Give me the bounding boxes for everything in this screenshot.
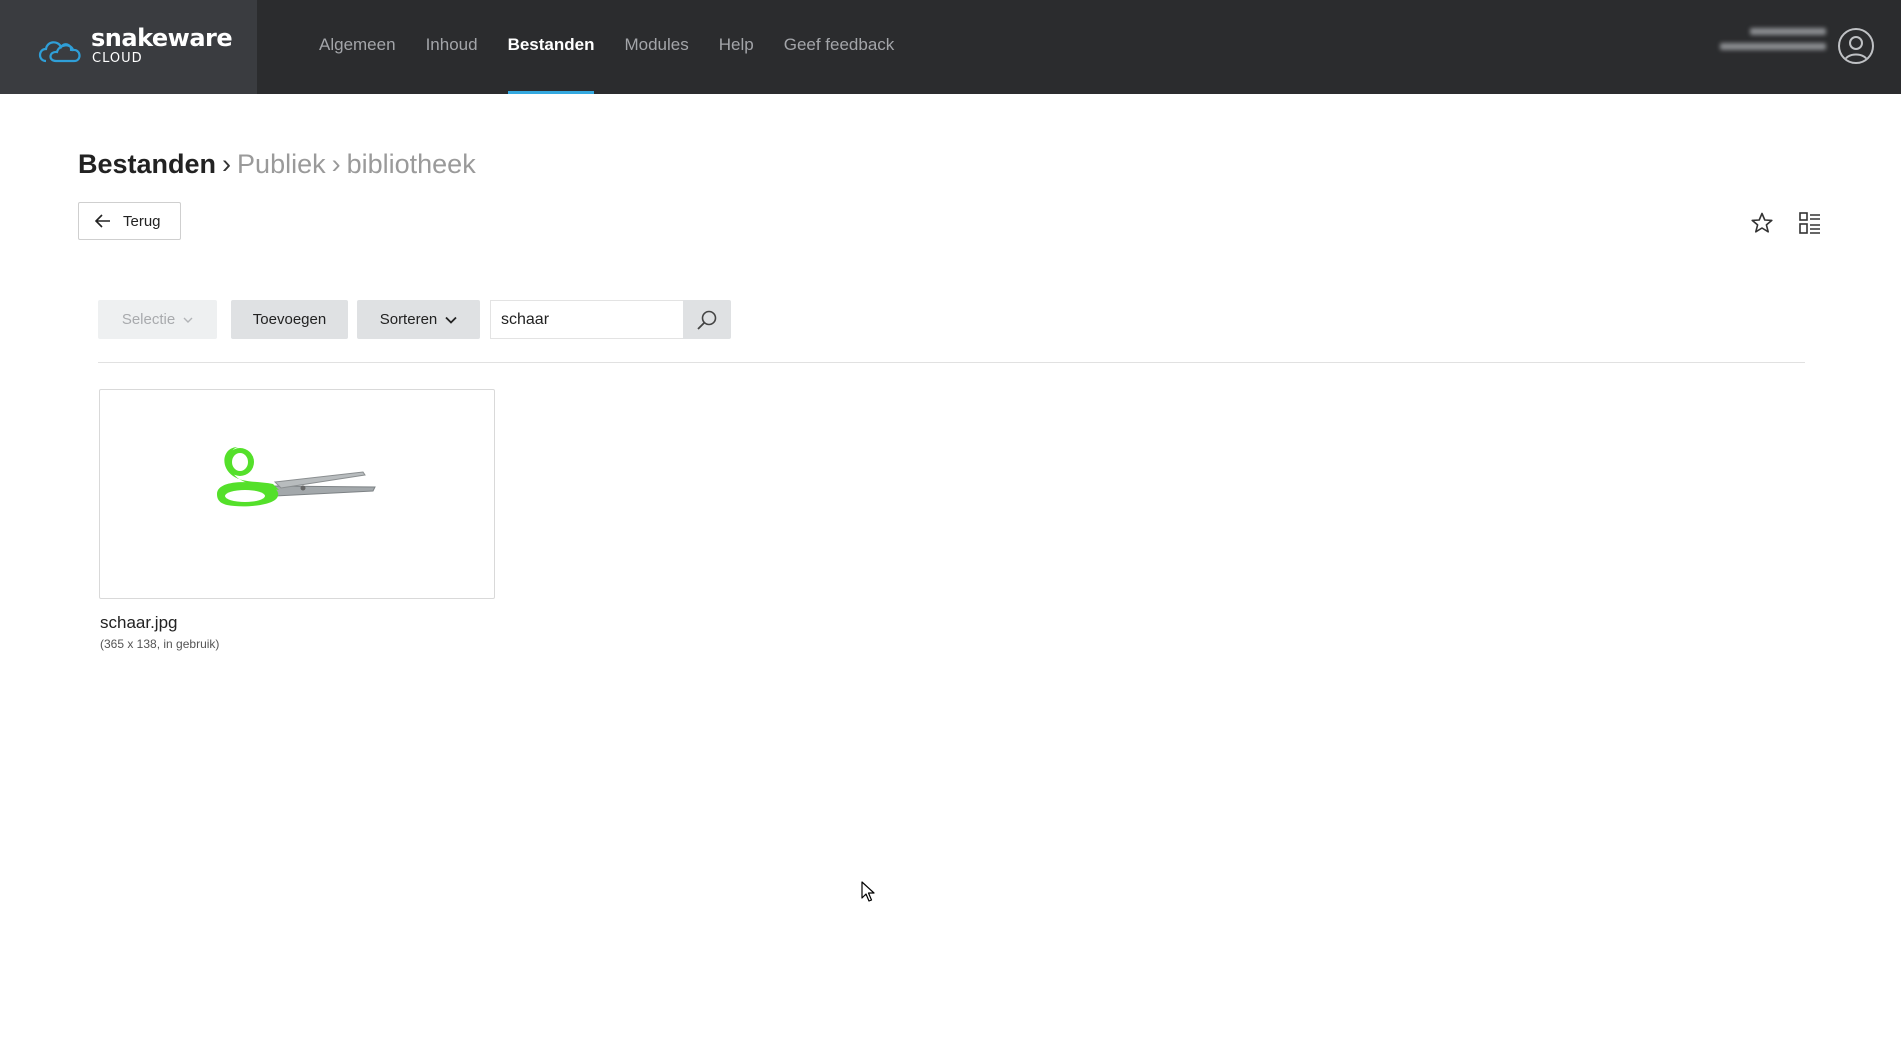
- sort-dropdown[interactable]: Sorteren: [357, 300, 480, 339]
- nav-item-help[interactable]: Help: [719, 0, 754, 94]
- search-button[interactable]: [683, 300, 731, 339]
- file-card[interactable]: [99, 389, 495, 599]
- breadcrumb-separator: ›: [331, 149, 341, 179]
- main-nav: Algemeen Inhoud Bestanden Modules Help G…: [319, 0, 924, 94]
- cloud-icon: [38, 41, 81, 63]
- user-avatar-icon[interactable]: [1838, 28, 1874, 64]
- user-info-blurred: [1720, 28, 1826, 64]
- nav-item-inhoud[interactable]: Inhoud: [426, 0, 478, 94]
- file-meta: (365 x 138, in gebruik): [100, 637, 220, 651]
- selection-dropdown[interactable]: Selectie: [98, 300, 217, 339]
- breadcrumb-separator: ›: [222, 149, 232, 179]
- nav-item-bestanden[interactable]: Bestanden: [507, 0, 594, 94]
- breadcrumb-item-bibliotheek: bibliotheek: [346, 149, 476, 179]
- list-view-icon[interactable]: [1798, 211, 1822, 235]
- search-input[interactable]: [490, 300, 683, 339]
- selection-label: Selectie: [121, 311, 176, 328]
- arrow-left-icon: [95, 214, 110, 228]
- breadcrumb: Bestanden › Publiek › bibliotheek: [78, 149, 476, 180]
- logo-subtitle: CLOUD: [92, 51, 143, 66]
- nav-item-feedback[interactable]: Geef feedback: [784, 0, 895, 94]
- breadcrumb-root[interactable]: Bestanden: [78, 149, 216, 179]
- star-icon[interactable]: [1750, 211, 1774, 235]
- sort-label: Sorteren: [379, 311, 438, 328]
- add-button[interactable]: Toevoegen: [231, 300, 348, 339]
- mouse-cursor-icon: [861, 881, 875, 902]
- chevron-down-icon: [445, 316, 457, 324]
- logo-name: snakeware: [91, 24, 233, 52]
- top-navigation-bar: snakeware CLOUD Algemeen Inhoud Bestande…: [0, 0, 1901, 94]
- breadcrumb-item-publiek[interactable]: Publiek: [237, 149, 326, 179]
- back-button[interactable]: Terug: [78, 202, 181, 240]
- back-button-label: Terug: [123, 212, 161, 230]
- chevron-down-icon: [183, 317, 193, 323]
- nav-item-modules[interactable]: Modules: [624, 0, 688, 94]
- divider: [98, 362, 1805, 363]
- scissors-icon: [217, 447, 376, 507]
- search-icon: [697, 310, 717, 330]
- logo[interactable]: snakeware CLOUD: [0, 0, 257, 94]
- file-name[interactable]: schaar.jpg: [100, 613, 178, 633]
- nav-item-algemeen[interactable]: Algemeen: [319, 0, 396, 94]
